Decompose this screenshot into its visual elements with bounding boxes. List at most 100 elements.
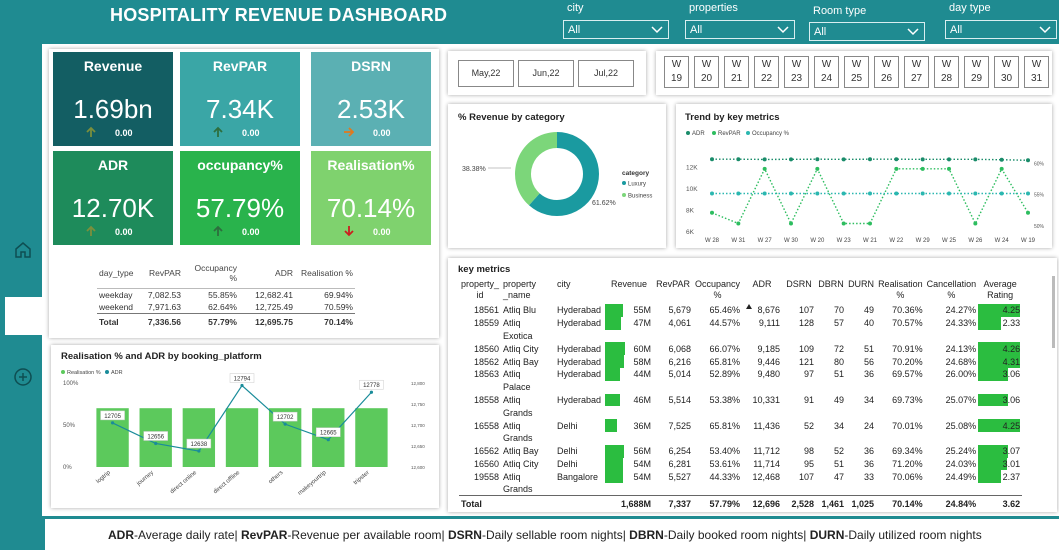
month-button[interactable]: Jun,22 <box>518 60 574 87</box>
donut-slice-business[interactable] <box>515 132 557 206</box>
column-header[interactable]: ADR <box>239 263 295 289</box>
week-button[interactable]: W 24 <box>814 56 839 88</box>
data-point[interactable] <box>815 191 820 196</box>
data-point[interactable] <box>154 441 158 446</box>
column-header[interactable]: city <box>555 279 605 304</box>
data-point[interactable] <box>894 191 899 196</box>
data-point[interactable] <box>894 157 899 162</box>
data-point[interactable] <box>326 438 330 442</box>
week-button[interactable]: W 26 <box>874 56 899 88</box>
data-point[interactable] <box>789 191 793 196</box>
data-point[interactable] <box>920 166 925 171</box>
legend-item[interactable]: Business <box>628 194 652 200</box>
filter-properties-dropdown[interactable]: All <box>685 20 795 39</box>
legend-item[interactable]: RevPAR <box>718 131 741 137</box>
data-point[interactable] <box>369 390 374 394</box>
week-button[interactable]: W 25 <box>844 56 869 88</box>
data-point[interactable] <box>789 221 793 226</box>
bar-realisation[interactable] <box>182 408 216 467</box>
week-button[interactable]: W 27 <box>904 56 929 88</box>
data-point[interactable] <box>894 166 899 171</box>
filter-city-dropdown[interactable]: All <box>563 20 669 39</box>
week-button[interactable]: W 19 <box>664 56 689 88</box>
data-point[interactable] <box>815 166 820 171</box>
data-point[interactable] <box>1026 191 1030 196</box>
filter-room-type-dropdown[interactable]: All <box>809 22 925 41</box>
data-point[interactable] <box>999 191 1004 196</box>
data-point[interactable] <box>947 166 951 171</box>
column-header[interactable]: Occupancy % <box>183 263 239 289</box>
legend-item[interactable]: Realisation % <box>67 370 101 376</box>
column-header[interactable]: Occupancy % <box>693 279 742 304</box>
week-button[interactable]: W 31 <box>1024 56 1049 88</box>
bar-realisation[interactable] <box>312 408 345 467</box>
data-point[interactable] <box>762 191 767 196</box>
add-icon[interactable] <box>13 367 33 387</box>
column-header[interactable]: Revenue <box>605 279 653 304</box>
data-point[interactable] <box>710 157 714 162</box>
data-point[interactable] <box>920 191 925 196</box>
month-button[interactable]: Jul,22 <box>578 60 634 87</box>
data-point[interactable] <box>110 421 115 425</box>
week-button[interactable]: W 21 <box>724 56 749 88</box>
week-button[interactable]: W 22 <box>754 56 779 88</box>
data-point[interactable] <box>283 422 287 426</box>
home-icon[interactable] <box>13 240 33 260</box>
data-point[interactable] <box>999 166 1004 171</box>
data-point[interactable] <box>841 191 846 196</box>
data-label: 12638 <box>186 438 212 449</box>
data-point[interactable] <box>710 210 714 215</box>
data-point[interactable] <box>789 157 793 162</box>
column-header[interactable]: Realisation % <box>876 279 925 304</box>
data-point[interactable] <box>947 191 951 196</box>
data-point[interactable] <box>1026 210 1030 215</box>
column-header[interactable]: DURN <box>846 279 876 304</box>
filter-day-type-dropdown[interactable]: All <box>945 20 1057 39</box>
bar-realisation[interactable] <box>225 408 259 467</box>
legend-item[interactable]: Luxury <box>628 182 646 188</box>
data-point[interactable] <box>973 221 978 226</box>
column-header[interactable]: day_type <box>97 263 139 289</box>
data-point[interactable] <box>868 157 872 162</box>
data-point[interactable] <box>736 191 741 196</box>
data-point[interactable] <box>815 157 820 162</box>
data-point[interactable] <box>841 221 846 226</box>
column-header[interactable]: Realisation % <box>295 263 355 289</box>
data-point[interactable] <box>868 191 872 196</box>
column-header[interactable]: ADR <box>742 279 782 304</box>
data-point[interactable] <box>197 449 201 453</box>
week-button[interactable]: W 23 <box>784 56 809 88</box>
data-point[interactable] <box>868 221 872 226</box>
data-point[interactable] <box>841 157 846 162</box>
column-header[interactable]: DBRN <box>816 279 846 304</box>
scrollbar[interactable] <box>1052 276 1055 348</box>
data-point[interactable] <box>762 157 767 162</box>
data-point[interactable] <box>736 221 741 226</box>
legend-item[interactable]: ADR <box>111 370 123 376</box>
column-header[interactable]: RevPAR <box>139 263 183 289</box>
month-button[interactable]: May,22 <box>458 60 514 87</box>
data-point[interactable] <box>1026 158 1030 163</box>
data-point[interactable] <box>762 166 767 171</box>
column-header[interactable]: property_ id <box>459 279 501 304</box>
data-point[interactable] <box>736 157 741 162</box>
data-point[interactable] <box>999 157 1004 162</box>
column-header[interactable]: Average Rating <box>978 279 1022 304</box>
data-point[interactable] <box>710 191 714 196</box>
week-button[interactable]: W 29 <box>964 56 989 88</box>
week-button[interactable]: W 28 <box>934 56 959 88</box>
column-header[interactable]: Cancellation % <box>925 279 979 304</box>
column-header[interactable]: property _name <box>501 279 555 304</box>
data-point[interactable] <box>947 157 951 162</box>
legend-item[interactable]: Occupancy % <box>752 131 790 137</box>
data-point[interactable] <box>240 383 244 388</box>
data-point[interactable] <box>973 157 978 162</box>
week-button[interactable]: W 30 <box>994 56 1019 88</box>
data-point[interactable] <box>920 157 925 162</box>
bar-realisation[interactable] <box>355 408 388 467</box>
column-header[interactable]: RevPAR <box>653 279 693 304</box>
data-point[interactable] <box>973 191 978 196</box>
week-button[interactable]: W 20 <box>694 56 719 88</box>
column-header[interactable]: DSRN <box>782 279 816 304</box>
legend-item[interactable]: ADR <box>692 131 705 137</box>
